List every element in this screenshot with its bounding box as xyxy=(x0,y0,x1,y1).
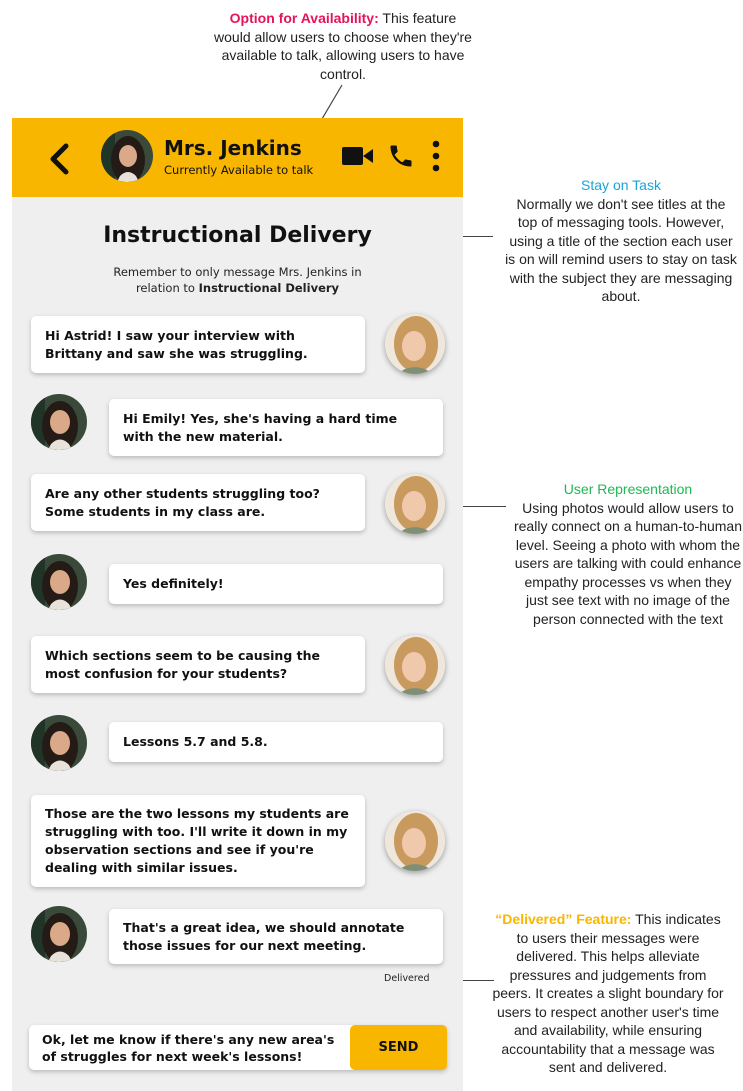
more-vertical-icon[interactable] xyxy=(431,140,441,172)
message-text: Lessons 5.7 and 5.8. xyxy=(123,734,268,749)
availability-status[interactable]: Currently Available to talk xyxy=(164,163,313,177)
message-bubble[interactable]: Hi Astrid! I saw your interview with Bri… xyxy=(31,316,365,373)
delivered-status: Delivered xyxy=(384,973,430,984)
section-reminder: Remember to only message Mrs. Jenkins in… xyxy=(92,264,383,296)
message-input[interactable]: Ok, let me know if there's any new area'… xyxy=(42,1031,342,1065)
message-bubble[interactable]: Are any other students struggling too? S… xyxy=(31,474,365,531)
emily-avatar[interactable] xyxy=(385,635,445,695)
stay-on-task-text: Normally we don't see titles at the top … xyxy=(505,195,737,305)
emily-avatar[interactable] xyxy=(385,474,445,534)
message-text: Hi Astrid! I saw your interview with Bri… xyxy=(45,327,308,361)
reminder-topic: Instructional Delivery xyxy=(198,281,340,295)
astrid-avatar[interactable] xyxy=(31,715,87,771)
user-representation-heading: User Representation xyxy=(563,481,693,497)
delivered-annotation: “Delivered” Feature: This indicates to u… xyxy=(490,910,726,1077)
astrid-avatar[interactable] xyxy=(31,554,87,610)
message-bubble[interactable]: Which sections seem to be causing the mo… xyxy=(31,636,365,693)
astrid-avatar[interactable] xyxy=(31,394,87,450)
message-bubble[interactable]: Those are the two lessons my students ar… xyxy=(31,795,365,887)
send-button[interactable]: SEND xyxy=(350,1025,447,1070)
message-text: Are any other students struggling too? S… xyxy=(45,485,320,519)
availability-annotation: Option for Availability: This feature wo… xyxy=(212,9,474,83)
availability-heading: Option for Availability: xyxy=(229,10,379,26)
section-title: Instructional Delivery xyxy=(103,223,372,248)
video-icon[interactable] xyxy=(342,146,374,166)
message-text: Yes definitely! xyxy=(123,576,224,591)
contact-avatar[interactable] xyxy=(101,130,153,182)
stay-on-task-annotation: Stay on Task Normally we don't see title… xyxy=(505,176,737,306)
contact-name: Mrs. Jenkins xyxy=(164,136,302,160)
message-bubble[interactable]: Yes definitely! xyxy=(109,564,443,604)
emily-avatar[interactable] xyxy=(385,811,445,871)
chevron-left-icon[interactable] xyxy=(48,143,70,175)
chat-header: Mrs. Jenkins Currently Available to talk xyxy=(12,118,463,197)
message-text: Those are the two lessons my students ar… xyxy=(45,806,349,875)
delivered-text: This indicates to users their messages w… xyxy=(492,911,724,1075)
message-bubble[interactable]: Hi Emily! Yes, she's having a hard time … xyxy=(109,399,443,456)
phone-icon[interactable] xyxy=(387,141,415,171)
user-representation-text: Using photos would allow users to really… xyxy=(513,499,743,627)
user-representation-annotation: User Representation Using photos would a… xyxy=(513,480,743,628)
stay-on-task-heading: Stay on Task xyxy=(581,177,661,193)
delivered-heading: “Delivered” Feature: xyxy=(495,911,632,927)
message-bubble[interactable]: That's a great idea, we should annotate … xyxy=(109,909,443,964)
chat-screen: Mrs. Jenkins Currently Available to talk… xyxy=(12,118,463,1091)
message-text: Hi Emily! Yes, she's having a hard time … xyxy=(123,410,398,444)
emily-avatar[interactable] xyxy=(385,314,445,374)
astrid-avatar[interactable] xyxy=(31,906,87,962)
message-composer[interactable]: Ok, let me know if there's any new area'… xyxy=(29,1025,447,1070)
message-text: Which sections seem to be causing the mo… xyxy=(45,647,320,681)
message-bubble[interactable]: Lessons 5.7 and 5.8. xyxy=(109,722,443,762)
message-text: That's a great idea, we should annotate … xyxy=(123,919,405,953)
